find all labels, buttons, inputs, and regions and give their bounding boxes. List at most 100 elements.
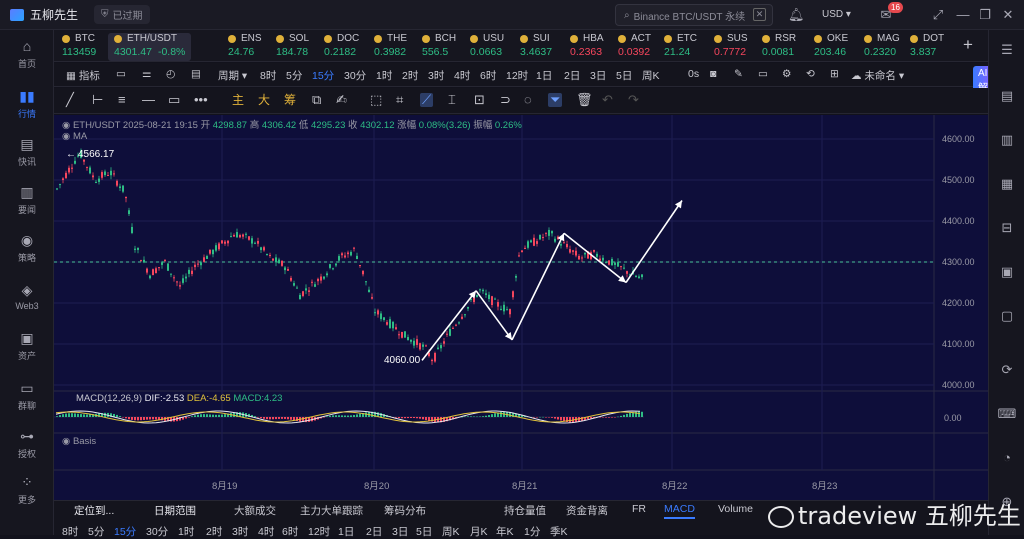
nav-item-4[interactable]: ◉ 策略 (0, 232, 54, 264)
ticker-11[interactable]: ETC 21.24 (664, 33, 697, 61)
ticker-15[interactable]: MAG 0.2320 (864, 33, 900, 61)
settings-icon[interactable]: ⚙ (782, 68, 791, 80)
bell-icon[interactable]: 🔔︎ (788, 7, 805, 23)
bottom-interval[interactable]: 2日 (366, 524, 382, 539)
bottom-tab[interactable]: 持仓量值 (504, 503, 546, 518)
interval-button[interactable]: 12时 (506, 68, 528, 83)
interval-button[interactable]: 15分 (312, 68, 334, 83)
grid-icon[interactable]: ⊞ (830, 68, 839, 80)
horizontal-ray-icon[interactable]: ⊢ (92, 93, 103, 107)
polyline-tool-icon[interactable]: ⟋ (420, 93, 434, 107)
add-ticker-icon[interactable]: + (963, 35, 973, 55)
interval-button[interactable]: 5日 (616, 68, 632, 83)
interval-button[interactable]: 4时 (454, 68, 470, 83)
bottom-tab[interactable]: 定位到... (74, 503, 114, 518)
ticker-0[interactable]: BTC 113459 (62, 33, 96, 61)
trades-icon[interactable]: ▥ (989, 132, 1024, 148)
ticker-1[interactable]: ETH/USDT 4301.47 -0.8% (108, 33, 192, 61)
layout-icon[interactable]: ▤ (191, 68, 201, 80)
ticker-12[interactable]: SUS 0.7772 (714, 33, 748, 61)
bottom-interval[interactable]: 5日 (416, 524, 432, 539)
magnet-icon[interactable]: ⊃ (500, 93, 511, 107)
ticker-2[interactable]: ENS 24.76 (228, 33, 262, 61)
eye-icon[interactable]: ◉ (62, 436, 70, 447)
ticker-8[interactable]: SUI 3.4637 (520, 33, 552, 61)
interval-button[interactable]: 3日 (590, 68, 606, 83)
bottom-tab[interactable]: MACD (664, 503, 695, 519)
info-icon[interactable]: ▢ (989, 308, 1024, 324)
ticker-7[interactable]: USU 0.0663 (470, 33, 504, 61)
orderbook-icon[interactable]: ▤ (989, 88, 1024, 104)
undo-icon[interactable]: ↶ (602, 93, 613, 107)
ticker-16[interactable]: DOT 3.837 (910, 33, 944, 61)
ticker-5[interactable]: THE 0.3982 (374, 33, 407, 61)
interval-button[interactable]: 周K (642, 68, 660, 83)
interval-button[interactable]: 8时 (260, 68, 276, 83)
bottom-interval[interactable]: 1日 (338, 524, 354, 539)
nav-item-8[interactable]: ⊶ 授权 (0, 428, 54, 460)
nav-item-0[interactable]: ⌂ 首页 (0, 38, 54, 70)
ticker-14[interactable]: OKE 203.46 (814, 33, 848, 61)
layout-name-dropdown[interactable]: ☁ 未命名 ▾ (851, 68, 904, 83)
shape-icon[interactable]: ◴ (166, 68, 175, 80)
more-tools-icon[interactable]: ••• (194, 93, 208, 107)
bottom-interval[interactable]: 周K (442, 524, 460, 539)
nav-item-9[interactable]: ⁘ 更多 (0, 474, 54, 506)
text-tool-icon[interactable]: ✍ (336, 93, 347, 107)
interval-button[interactable]: 5分 (286, 68, 302, 83)
bottom-interval[interactable]: 1分 (524, 524, 540, 539)
save-icon[interactable]: ▭ (758, 68, 768, 80)
subscription-status-badge[interactable]: ⛨ 已过期 (94, 5, 150, 24)
notes-icon[interactable]: ▣ (989, 264, 1024, 280)
bottom-tab[interactable]: 主力大单跟踪 (300, 503, 363, 518)
bottom-interval[interactable]: 2时 (206, 524, 222, 539)
bottom-interval[interactable]: 1时 (178, 524, 194, 539)
history-icon[interactable]: ⟲ (806, 68, 815, 80)
eye-icon[interactable]: ◉ (62, 120, 70, 131)
select-tool-icon[interactable]: ⬚ (370, 93, 382, 107)
ticker-6[interactable]: BCH 556.5 (422, 33, 456, 61)
price-chart[interactable]: ← 4600.00 4500.00 4400.00 4300.00 4200.00 410… (54, 115, 988, 500)
calc-icon[interactable]: ⌨ (989, 406, 1024, 422)
redo-icon[interactable]: ↷ (628, 93, 639, 107)
nav-item-2[interactable]: ▤ 快讯 (0, 136, 54, 168)
ticker-4[interactable]: DOC 0.2182 (324, 33, 359, 61)
hide-icon[interactable]: ◌ (524, 93, 532, 107)
delete-icon[interactable]: 🗑︎ (576, 93, 593, 107)
interval-button[interactable]: 1时 (376, 68, 392, 83)
bottom-interval[interactable]: 8时 (62, 524, 78, 539)
ticker-9[interactable]: HBA 0.2363 (570, 33, 604, 61)
bottom-interval[interactable]: 年K (496, 524, 514, 539)
ticker-3[interactable]: SOL 184.78 (276, 33, 309, 61)
close-window-icon[interactable]: ✕ (1000, 7, 1016, 23)
interval-button[interactable]: 2日 (564, 68, 580, 83)
bottom-interval[interactable]: 月K (470, 524, 488, 539)
nav-item-6[interactable]: ▣ 资产 (0, 330, 54, 362)
nav-item-7[interactable]: ▭ 群聊 (0, 380, 54, 412)
fib-tool-icon[interactable]: ⧉ (312, 93, 321, 107)
interval-button[interactable]: 3时 (428, 68, 444, 83)
pen-icon[interactable]: ✎ (734, 68, 743, 80)
filter-icon[interactable]: ⏷ (548, 93, 563, 107)
interval-button[interactable]: 2时 (402, 68, 418, 83)
watchlist-icon[interactable]: ☰ (989, 42, 1024, 58)
interval-button[interactable]: 1日 (536, 68, 552, 83)
period-dropdown[interactable]: 周期 ▾ (218, 68, 247, 83)
currency-select[interactable]: USD ▾ (822, 9, 851, 20)
dashboard-icon[interactable]: ◔ (989, 450, 1024, 465)
bottom-tab[interactable]: 日期范围 (154, 503, 196, 518)
parallel-channel-icon[interactable]: ≡ (118, 93, 126, 107)
basis-legend[interactable]: ◉ Basis (62, 436, 96, 447)
minimize-icon[interactable]: — (955, 7, 971, 23)
depth-icon[interactable]: ▦ (989, 176, 1024, 192)
chart-area[interactable]: ← 4600.00 4500.00 4400.00 4300.00 4200.00 410… (54, 115, 988, 500)
nav-item-1[interactable]: ▮▮ 行情 (0, 88, 54, 120)
indicators-button[interactable]: ▦ 指标 (66, 68, 100, 83)
bottom-interval[interactable]: 12时 (308, 524, 330, 539)
nav-item-3[interactable]: ▥ 要闻 (0, 184, 54, 216)
bottom-tab[interactable]: FR (632, 503, 646, 515)
horizontal-line-icon[interactable]: — (142, 93, 155, 107)
bottom-interval[interactable]: 5分 (88, 524, 104, 539)
bottom-tab[interactable]: Volume (718, 503, 753, 515)
interval-button[interactable]: 30分 (344, 68, 366, 83)
